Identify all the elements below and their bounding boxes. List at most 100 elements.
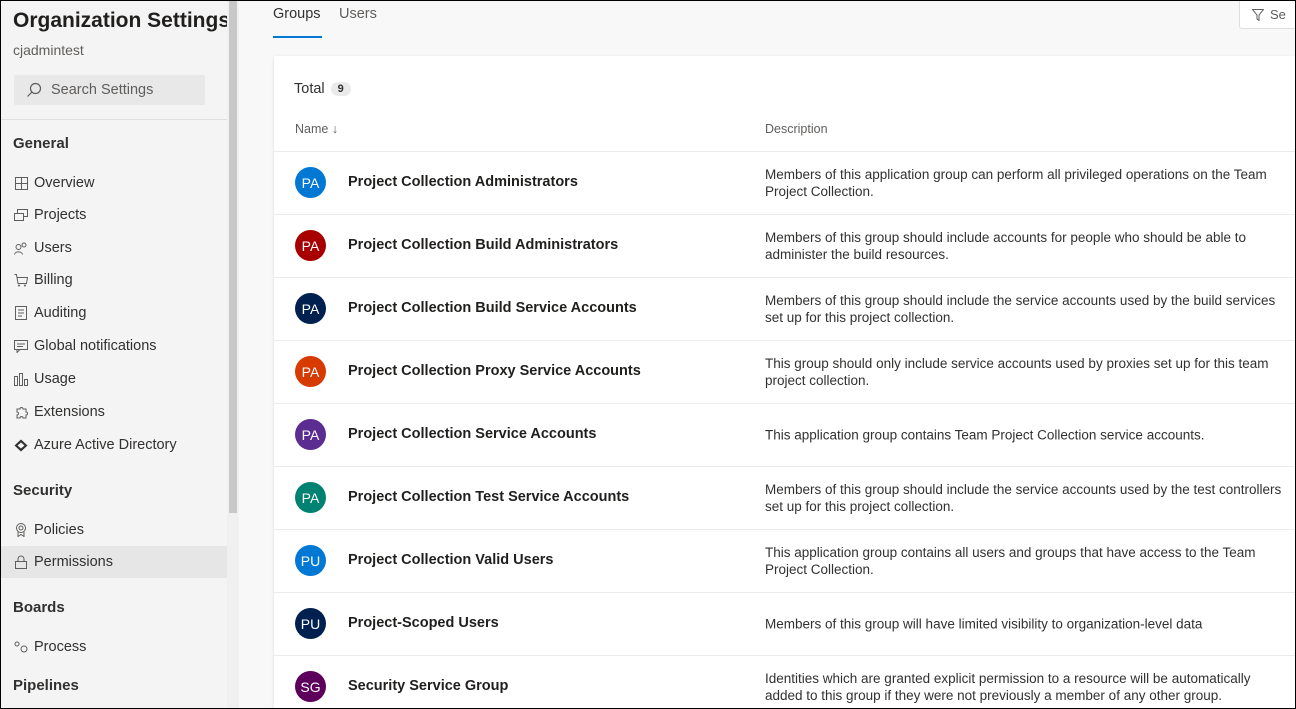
audit-log-icon — [14, 306, 28, 320]
groups-table-body: PA Project Collection Administrators Mem… — [274, 151, 1295, 708]
divider — [1, 119, 227, 120]
group-description: Members of this application group can pe… — [765, 167, 1267, 199]
group-name: Project Collection Test Service Accounts — [348, 489, 630, 505]
tab-groups[interactable]: Groups — [273, 6, 321, 22]
active-tab-indicator — [273, 36, 322, 38]
group-name: Project Collection Service Accounts — [348, 426, 597, 442]
sidebar-item-usage[interactable]: Usage — [1, 363, 227, 395]
policy-badge-icon — [14, 523, 28, 537]
group-avatar: PA — [295, 230, 326, 261]
sidebar-item-process[interactable]: Process — [1, 631, 227, 663]
app-window: Organization Settings cjadmintest Search… — [0, 0, 1296, 709]
table-row[interactable]: PA Project Collection Service Accounts T… — [274, 403, 1295, 466]
search-placeholder: Search Settings — [51, 82, 154, 98]
group-name: Project Collection Build Service Account… — [348, 300, 637, 316]
avatar-initials: PA — [301, 237, 320, 254]
avatar-initials: PA — [301, 174, 320, 191]
azure-ad-icon — [14, 438, 28, 452]
group-description: This application group contains all user… — [765, 545, 1256, 577]
org-name: cjadmintest — [13, 42, 84, 58]
org-settings-title: Organization Settings — [13, 9, 231, 32]
avatar-initials: PA — [301, 426, 320, 443]
group-name: Project Collection Valid Users — [348, 552, 554, 568]
table-row[interactable]: PU Project Collection Valid Users This a… — [274, 529, 1295, 592]
sidebar-item-label: Projects — [34, 207, 87, 223]
group-name: Project Collection Proxy Service Account… — [348, 363, 641, 379]
group-avatar: PA — [295, 293, 326, 324]
sidebar-item-permissions[interactable]: Permissions — [1, 546, 227, 578]
sidebar-item-billing[interactable]: Billing — [1, 264, 227, 296]
group-name: Project Collection Administrators — [348, 174, 578, 190]
overview-icon — [14, 176, 28, 190]
table-row[interactable]: PA Project Collection Build Service Acco… — [274, 277, 1295, 340]
group-avatar: PU — [295, 608, 326, 639]
sidebar-scrollbar[interactable] — [227, 1, 239, 708]
table-row[interactable]: PA Project Collection Proxy Service Acco… — [274, 340, 1295, 403]
table-row[interactable]: PA Project Collection Test Service Accou… — [274, 466, 1295, 529]
table-row[interactable]: PA Project Collection Build Administrato… — [274, 214, 1295, 277]
total-summary: Total 9 — [294, 81, 351, 97]
table-row[interactable]: PA Project Collection Administrators Mem… — [274, 151, 1295, 214]
avatar-initials: PA — [301, 363, 320, 380]
total-label: Total — [294, 81, 325, 97]
section-pipelines: Pipelines — [13, 677, 79, 694]
column-header-description[interactable]: Description — [765, 122, 828, 136]
process-icon — [14, 640, 28, 654]
chat-icon — [14, 339, 28, 353]
scrollbar-thumb[interactable] — [229, 1, 237, 513]
total-count-badge: 9 — [330, 82, 351, 96]
search-icon — [27, 82, 42, 97]
users-icon — [14, 241, 28, 255]
group-avatar: PA — [295, 419, 326, 450]
search-settings-input[interactable]: Search Settings — [14, 75, 205, 105]
sidebar-item-label: Auditing — [34, 305, 87, 321]
group-description: Members of this group will have limited … — [765, 616, 1203, 632]
section-boards: Boards — [13, 599, 65, 616]
sidebar-item-label: Policies — [34, 522, 84, 538]
sidebar-item-label: Overview — [34, 175, 95, 191]
group-avatar: PU — [295, 545, 326, 576]
group-description: Members of this group should include the… — [765, 482, 1282, 514]
main-content: Groups Users Se Total 9 Name ↓ Descripti… — [239, 1, 1295, 708]
groups-table-card: Total 9 Name ↓ Description PA Project Co… — [274, 56, 1295, 708]
settings-sidebar: Organization Settings cjadmintest Search… — [1, 1, 231, 708]
sidebar-item-azure-active-directory[interactable]: Azure Active Directory — [1, 429, 227, 461]
group-name: Project Collection Build Administrators — [348, 237, 619, 253]
column-header-name[interactable]: Name ↓ — [295, 122, 338, 136]
sidebar-item-policies[interactable]: Policies — [1, 514, 227, 546]
sidebar-item-label: Users — [34, 240, 72, 256]
sidebar-item-users[interactable]: Users — [1, 232, 227, 264]
avatar-initials: PU — [300, 552, 321, 569]
cart-icon — [14, 273, 28, 287]
group-name: Project-Scoped Users — [348, 615, 499, 631]
filter-icon — [1252, 8, 1264, 21]
group-description: Identities which are granted explicit pe… — [765, 671, 1251, 703]
group-description: This group should only include service a… — [765, 356, 1269, 388]
sidebar-item-label: Azure Active Directory — [34, 437, 177, 453]
group-avatar: SG — [295, 671, 326, 702]
sidebar-item-extensions[interactable]: Extensions — [1, 396, 227, 428]
lock-icon — [14, 555, 28, 569]
table-row[interactable]: SG Security Service Group Identities whi… — [274, 655, 1295, 708]
sidebar-item-label: Usage — [34, 371, 76, 387]
sidebar-item-auditing[interactable]: Auditing — [1, 297, 227, 329]
projects-icon — [14, 208, 28, 222]
sidebar-item-projects[interactable]: Projects — [1, 199, 227, 231]
sidebar-item-label: Process — [34, 639, 87, 655]
filter-button[interactable]: Se — [1239, 1, 1295, 29]
group-description: Members of this group should include the… — [765, 293, 1276, 325]
avatar-initials: PU — [300, 615, 321, 632]
sidebar-item-overview[interactable]: Overview — [1, 167, 227, 199]
table-row[interactable]: PU Project-Scoped Users Members of this … — [274, 592, 1295, 655]
filter-label: Se — [1270, 7, 1286, 22]
sidebar-item-label: Billing — [34, 272, 73, 288]
section-general: General — [13, 135, 69, 152]
group-description: Members of this group should include acc… — [765, 230, 1247, 262]
sidebar-item-global-notifications[interactable]: Global notifications — [1, 330, 227, 362]
sidebar-item-label: Permissions — [34, 554, 113, 570]
group-avatar: PA — [295, 167, 326, 198]
avatar-initials: PA — [301, 300, 320, 317]
sidebar-item-label: Global notifications — [34, 338, 157, 354]
tab-users[interactable]: Users — [339, 6, 377, 22]
avatar-initials: SG — [300, 678, 321, 695]
